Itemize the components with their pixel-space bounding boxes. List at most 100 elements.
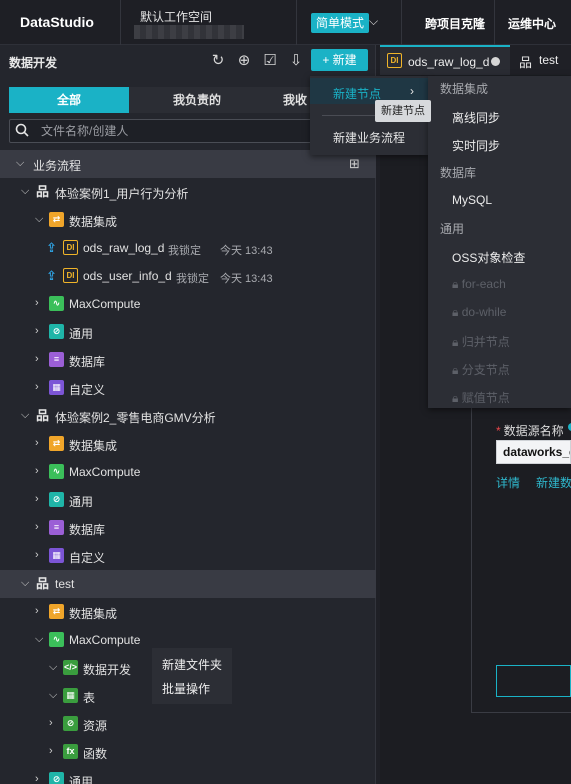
for-each-item: 🔒︎ for-each [452, 277, 506, 292]
integration-icon: ⇄ [49, 436, 64, 451]
upload-icon: ⇪ [46, 240, 57, 255]
tree-label: 体验案例1_用户行为分析 [55, 187, 189, 201]
chevron-right-icon[interactable]: › [35, 437, 39, 449]
tab-label: ods_raw_log_d [408, 55, 490, 69]
chevron-down-icon[interactable]: ⌵ [35, 633, 43, 646]
tree-folder-integration[interactable]: › ⇄ 数据集成 [0, 430, 376, 458]
tree-folder-database[interactable]: › ≡ 数据库 [0, 514, 376, 542]
divider [296, 0, 297, 45]
chevron-right-icon[interactable]: › [35, 465, 39, 477]
merge-node-item: 🔒︎ 归并节点 [452, 333, 510, 350]
chevron-right-icon[interactable]: › [35, 297, 39, 309]
chevron-down-icon[interactable]: ⌵ [369, 14, 378, 29]
tree-flow-test[interactable]: ⌵ 品 test [0, 570, 376, 598]
chevron-down-icon[interactable]: ⌵ [35, 213, 43, 226]
tree-label: 函数 [83, 747, 108, 761]
chevron-right-icon[interactable]: › [35, 605, 39, 617]
tree-label: 数据集成 [69, 607, 118, 621]
tab-mine[interactable]: 我负责的 [137, 87, 257, 113]
tree-label: 资源 [83, 719, 108, 733]
oss-check-item[interactable]: OSS对象检查 [452, 249, 525, 266]
chevron-right-icon[interactable]: › [35, 549, 39, 561]
search-input[interactable] [41, 123, 341, 139]
di-node-icon: DI [63, 268, 78, 283]
tree-label: 自定义 [69, 383, 106, 397]
mysql-item[interactable]: MySQL [452, 193, 492, 207]
batch-ops-item[interactable]: 批量操作 [162, 680, 210, 697]
datasource-select[interactable]: dataworks_de [496, 440, 571, 464]
cross-project-clone-link[interactable]: 跨项目克隆 [425, 15, 485, 32]
simple-mode-button[interactable]: 简单模式 [311, 13, 370, 33]
chevron-down-icon[interactable]: ⌵ [49, 689, 57, 702]
ops-center-link[interactable]: 运维中心 [508, 15, 556, 32]
tree-folder-function[interactable]: › fx 函数 [0, 738, 376, 766]
chevron-right-icon[interactable]: › [49, 745, 53, 757]
chevron-right-icon[interactable]: › [35, 493, 39, 505]
tree-flow-2[interactable]: ⌵ 品 体验案例2_零售电商GMV分析 [0, 402, 376, 430]
chevron-right-icon: › [410, 84, 414, 98]
tree-label: 数据开发 [83, 663, 132, 677]
chevron-down-icon[interactable]: ⌵ [21, 185, 29, 198]
realtime-sync-item[interactable]: 实时同步 [452, 137, 500, 154]
folder-context-menu: 新建文件夹 批量操作 [152, 648, 232, 704]
import-icon[interactable]: ⇩ [287, 52, 305, 70]
chevron-down-icon[interactable]: ⌵ [21, 577, 29, 590]
modified-time: 今天 13:43 [220, 245, 273, 257]
unsaved-dot-icon[interactable] [491, 57, 500, 66]
new-node-tooltip: 新建节点 [375, 100, 431, 122]
editor-tabs: DI ods_raw_log_d 品 test [380, 45, 571, 75]
tree-label: MaxCompute [69, 465, 141, 479]
tree-folder-resource[interactable]: › ⊘ 资源 [0, 710, 376, 738]
empty-field[interactable] [496, 665, 571, 697]
new-business-flow-item[interactable]: 新建业务流程 [333, 129, 405, 146]
datasource-label: * 数据源名称 [496, 424, 564, 438]
workflow-icon: 品 [35, 408, 49, 423]
tree-node-ods-raw-log-d[interactable]: ⇪ DI ods_raw_log_d 我锁定 今天 13:43 [0, 234, 376, 262]
chevron-right-icon[interactable]: › [49, 717, 53, 729]
tree-folder-general[interactable]: › ⊘ 通用 [0, 318, 376, 346]
database-icon: ≡ [49, 352, 64, 367]
tree-folder-integration[interactable]: ⌵ ⇄ 数据集成 [0, 206, 376, 234]
tab-ods-raw-log-d[interactable]: DI ods_raw_log_d [380, 45, 510, 75]
chevron-down-icon[interactable]: ⌵ [21, 409, 29, 422]
tree-folder-maxcompute[interactable]: › ∿ MaxCompute [0, 290, 376, 318]
chevron-down-icon[interactable]: ⌵ [16, 157, 24, 170]
locate-icon[interactable]: ⊕ [235, 52, 253, 70]
tree-folder-custom[interactable]: › ▦ 自定义 [0, 542, 376, 570]
tree-node-ods-user-info-d[interactable]: ⇪ DI ods_user_info_d 我锁定 今天 13:43 [0, 262, 376, 290]
chevron-right-icon[interactable]: › [35, 353, 39, 365]
tab-all[interactable]: 全部 [9, 87, 129, 113]
checklist-icon[interactable]: ☑ [261, 52, 279, 70]
item-label: 归并节点 [461, 335, 510, 349]
tree-folder-general[interactable]: › ⊘ 通用 [0, 766, 376, 784]
chevron-right-icon[interactable]: › [35, 325, 39, 337]
refresh-icon[interactable]: ↻ [209, 52, 227, 70]
tree-folder-integration[interactable]: › ⇄ 数据集成 [0, 598, 376, 626]
workspace-name[interactable]: 默认工作空间 [140, 8, 212, 25]
tab-test[interactable]: 品 test [511, 45, 571, 75]
new-datasource-link[interactable]: 新建数 [536, 474, 571, 491]
lock-icon: 🔒︎ [452, 363, 459, 377]
tree-folder-general[interactable]: › ⊘ 通用 [0, 486, 376, 514]
chevron-right-icon[interactable]: › [35, 773, 39, 784]
workspace-redacted [134, 25, 244, 39]
tab-label: test [539, 53, 559, 67]
tree-label: 业务流程 [33, 159, 82, 173]
chevron-right-icon[interactable]: › [35, 521, 39, 533]
tree-folder-database[interactable]: › ≡ 数据库 [0, 346, 376, 374]
new-button[interactable]: + 新建 [311, 49, 368, 71]
app-brand[interactable]: DataStudio [20, 14, 94, 30]
detail-link[interactable]: 详情 [496, 474, 520, 491]
grid-view-icon[interactable]: ⊞ [349, 156, 360, 172]
offline-sync-item[interactable]: 离线同步 [452, 109, 500, 126]
chevron-right-icon[interactable]: › [35, 381, 39, 393]
tree-folder-maxcompute[interactable]: › ∿ MaxCompute [0, 458, 376, 486]
tree-folder-custom[interactable]: › ▦ 自定义 [0, 374, 376, 402]
resource-icon: ⊘ [63, 716, 78, 731]
new-folder-item[interactable]: 新建文件夹 [162, 656, 222, 673]
search-icon [15, 123, 29, 137]
panel-title: 数据开发 [9, 56, 58, 70]
branch-node-item: 🔒︎ 分支节点 [452, 361, 510, 378]
tree-flow-1[interactable]: ⌵ 品 体验案例1_用户行为分析 [0, 178, 376, 206]
chevron-down-icon[interactable]: ⌵ [49, 661, 57, 674]
